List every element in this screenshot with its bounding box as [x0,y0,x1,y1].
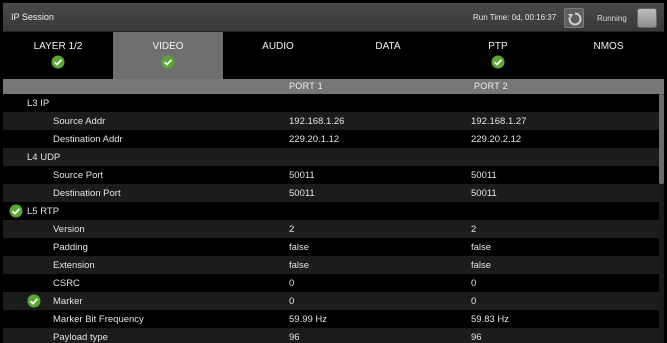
tab-label: PTP [488,41,508,52]
check-circle-icon [51,55,65,69]
row-label: L5 RTP [27,206,60,217]
check-circle-icon [27,294,41,308]
check-circle-icon [491,55,505,69]
table-row[interactable]: Source Port 50011 50011 [3,166,664,184]
port-1-value: false [289,242,310,253]
tab-bar: LAYER 1/2 VIDEO AUDIO DATA PTP NMOS [3,32,664,79]
row-label: Source Port [53,170,104,181]
section-l5-rtp[interactable]: L5 RTP [3,202,664,220]
table-row[interactable]: Version 2 2 [3,220,664,238]
tab-nmos[interactable]: NMOS [553,32,664,79]
check-circle-icon [161,55,175,69]
tab-ptp[interactable]: PTP [443,32,553,79]
port-2-value: 0 [471,296,477,307]
row-label: Marker Bit Frequency [53,314,144,325]
title-bar: IP Session Run Time: 0d, 00:16:37 Runnin… [3,3,664,32]
scrollbar[interactable] [659,94,664,343]
tab-label: AUDIO [262,41,294,52]
tab-data[interactable]: DATA [333,32,443,79]
table-row[interactable]: Destination Addr 229.20.1.12 229.20.2.12 [3,130,664,148]
port-2-value: 96 [471,332,482,343]
port-1-value: 96 [289,332,300,343]
scrollbar-thumb[interactable] [659,94,664,184]
tab-audio[interactable]: AUDIO [223,32,333,79]
port-1-value: 192.168.1.26 [289,116,345,127]
port-1-value: 50011 [289,188,315,199]
row-label: Padding [53,242,88,253]
row-label: Marker [53,296,83,307]
port-2-value: 229.20.2.12 [471,134,522,145]
tab-label: NMOS [593,41,624,52]
column-header: PORT 1 PORT 2 [3,79,664,94]
tab-video[interactable]: VIDEO [113,32,223,79]
tab-label: DATA [375,41,401,52]
tab-label: LAYER 1/2 [33,41,83,52]
check-circle-icon [9,204,23,218]
tab-layer-1-2[interactable]: LAYER 1/2 [3,32,113,79]
port-2-value: 50011 [471,188,497,199]
table-row[interactable]: Payload type 96 96 [3,328,664,343]
port-2-value: 59.83 Hz [471,314,510,325]
window-title: IP Session [11,12,54,22]
restart-icon [568,12,582,26]
port-1-value: 0 [289,296,295,307]
table-row[interactable]: Source Addr 192.168.1.26 192.168.1.27 [3,112,664,130]
section-l4-udp[interactable]: L4 UDP [3,148,664,166]
tab-label: VIDEO [152,41,184,52]
run-state: Running [597,14,627,23]
row-label: Source Addr [53,116,106,127]
row-label: Destination Port [53,188,121,199]
table-row[interactable]: Marker Bit Frequency 59.99 Hz 59.83 Hz [3,310,664,328]
row-label: Payload type [53,332,108,343]
port-1-value: 50011 [289,170,315,181]
port-1-value: 2 [289,224,295,235]
restart-button[interactable] [564,8,584,28]
port-1-value: 229.20.1.12 [289,134,340,145]
row-label: Destination Addr [53,134,123,145]
port-2-value: false [471,242,492,253]
port-2-value: 2 [471,224,477,235]
row-label: Extension [53,260,95,271]
table-row[interactable]: Padding false false [3,238,664,256]
port-1-value: 0 [289,278,295,289]
row-label: CSRC [53,278,80,289]
port-2-value: 0 [471,278,477,289]
table-row[interactable]: Extension false false [3,256,664,274]
ip-session-window: IP Session Run Time: 0d, 00:16:37 Runnin… [3,3,664,343]
port-2-value: 192.168.1.27 [471,116,527,127]
table-row[interactable]: Marker 0 0 [3,292,664,310]
port-2-value: 50011 [471,170,497,181]
row-label: Version [53,224,85,235]
column-port-2: PORT 2 [474,81,508,91]
port-1-value: false [289,260,310,271]
stop-button[interactable] [637,8,657,28]
run-time: Run Time: 0d, 00:16:37 [473,13,557,22]
section-l3-ip[interactable]: L3 IP [3,94,664,112]
table-row[interactable]: CSRC 0 0 [3,274,664,292]
column-port-1: PORT 1 [289,81,323,91]
row-label: L4 UDP [27,152,61,163]
port-2-value: false [471,260,492,271]
port-1-value: 59.99 Hz [289,314,328,325]
table-row[interactable]: Destination Port 50011 50011 [3,184,664,202]
row-label: L3 IP [27,98,50,109]
